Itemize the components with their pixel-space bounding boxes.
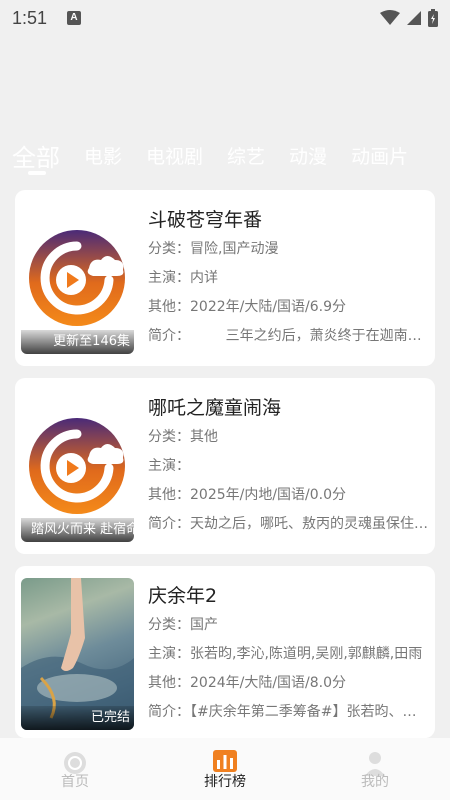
- other-label: 其他：: [148, 487, 190, 503]
- item-intro: 简介：【#庆余年第二季筹备#】张若昀、李沁: [148, 701, 428, 721]
- item-category: 分类：国产: [148, 614, 428, 634]
- tab-movie[interactable]: 电影: [72, 142, 134, 169]
- status-icons: [380, 9, 438, 27]
- cast-label: 主演：: [148, 458, 190, 474]
- nav-ranking[interactable]: 排行榜: [150, 738, 300, 800]
- notification-icon: A: [67, 11, 82, 25]
- battery-icon: [428, 9, 438, 27]
- poster-badge: 已完结: [21, 706, 134, 730]
- item-intro: 简介： 三年之约后，萧炎终于在迦南学院见到了思念已久的萧薰儿: [148, 325, 428, 345]
- nav-profile[interactable]: 我的: [300, 738, 450, 800]
- item-cast: 主演：内详: [148, 267, 428, 287]
- status-bar: 1:51 A: [0, 0, 450, 36]
- poster[interactable]: 已完结: [21, 578, 134, 730]
- category-value: 国产: [190, 617, 218, 633]
- wifi-icon: [380, 10, 400, 25]
- item-cast: 主演：: [148, 455, 428, 475]
- other-label: 其他：: [148, 675, 190, 691]
- tab-cartoon[interactable]: 动画片: [339, 142, 420, 169]
- list-item[interactable]: 已完结 庆余年2 分类：国产 主演：张若昀,李沁,陈道明,吴刚,郭麒麟,田雨 其…: [15, 566, 435, 738]
- item-title: 哪吒之魔童闹海: [148, 397, 282, 419]
- intro-label: 简介：: [148, 328, 190, 344]
- tab-all[interactable]: 全部: [0, 138, 72, 173]
- tab-variety[interactable]: 综艺: [215, 142, 277, 169]
- nav-home-label: 首页: [61, 774, 89, 790]
- intro-label: 简介：: [148, 704, 190, 720]
- cast-label: 主演：: [148, 646, 190, 662]
- app-logo-icon: [29, 418, 125, 514]
- item-other: 其他：2022年/大陆/国语/6.9分: [148, 296, 428, 316]
- item-title: 斗破苍穹年番: [148, 209, 263, 231]
- item-category: 分类：冒险,国产动漫: [148, 238, 428, 258]
- category-label: 分类：: [148, 617, 190, 633]
- bottom-nav: 首页 排行榜 我的: [0, 738, 450, 800]
- nav-profile-label: 我的: [361, 774, 389, 790]
- list-item[interactable]: 更新至146集 斗破苍穹年番 分类：冒险,国产动漫 主演：内详 其他：2022年…: [15, 190, 435, 366]
- other-label: 其他：: [148, 299, 190, 315]
- category-label: 分类：: [148, 429, 190, 445]
- item-cast: 主演：张若昀,李沁,陈道明,吴刚,郭麒麟,田雨: [148, 643, 428, 663]
- category-value: 其他: [190, 429, 218, 445]
- poster[interactable]: 踏风火而来 赴宿命之约: [21, 390, 134, 542]
- app-logo-icon: [29, 230, 125, 326]
- item-category: 分类：其他: [148, 426, 428, 446]
- signal-icon: [407, 11, 421, 25]
- item-title: 庆余年2: [148, 585, 218, 607]
- intro-label: 简介：: [148, 516, 190, 532]
- poster[interactable]: 更新至146集: [21, 202, 134, 354]
- other-value: 2022年/大陆/国语/6.9分: [190, 299, 347, 315]
- ranking-icon: [213, 750, 237, 772]
- cast-value: 张若昀,李沁,陈道明,吴刚,郭麒麟,田雨: [190, 646, 423, 662]
- poster-badge: 踏风火而来 赴宿命之约: [21, 518, 134, 542]
- cast-label: 主演：: [148, 270, 190, 286]
- nav-home[interactable]: 首页: [0, 738, 150, 800]
- status-time: 1:51: [12, 7, 48, 28]
- item-other: 其他：2025年/内地/国语/0.0分: [148, 484, 428, 504]
- tab-indicator: [28, 171, 46, 175]
- category-tabs: 全部 电影 电视剧 综艺 动漫 动画片: [0, 130, 450, 180]
- intro-value: 天劫之后，哪吒、敖丙的灵魂虽保住了，但肉身很快会魂飞魄散: [190, 516, 428, 532]
- other-value: 2024年/大陆/国语/8.0分: [190, 675, 347, 691]
- poster-badge: 更新至146集: [21, 330, 134, 354]
- list-item[interactable]: 踏风火而来 赴宿命之约 哪吒之魔童闹海 分类：其他 主演： 其他：2025年/内…: [15, 378, 435, 554]
- other-value: 2025年/内地/国语/0.0分: [190, 487, 347, 503]
- nav-ranking-label: 排行榜: [204, 774, 246, 790]
- item-intro: 简介：天劫之后，哪吒、敖丙的灵魂虽保住了，但肉身很快会魂飞魄散: [148, 513, 428, 533]
- category-label: 分类：: [148, 241, 190, 257]
- tab-anime[interactable]: 动漫: [277, 142, 339, 169]
- tab-tv[interactable]: 电视剧: [134, 142, 215, 169]
- cast-value: 内详: [190, 270, 218, 286]
- category-value: 冒险,国产动漫: [190, 241, 279, 257]
- item-other: 其他：2024年/大陆/国语/8.0分: [148, 672, 428, 692]
- intro-value: 【#庆余年第二季筹备#】张若昀、李沁: [190, 704, 428, 720]
- intro-value: 三年之约后，萧炎终于在迦南学院见到了思念已久的萧薰儿: [225, 328, 428, 344]
